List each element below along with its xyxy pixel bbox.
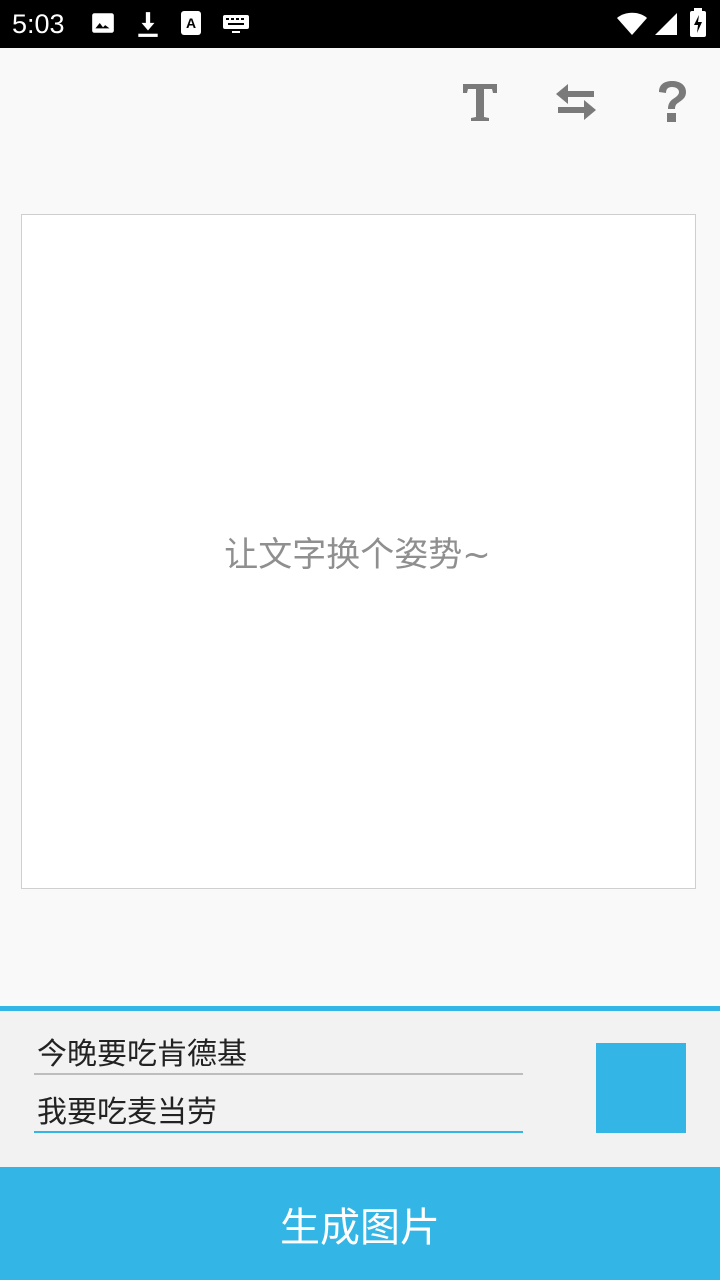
keyboard-a-icon: A xyxy=(180,10,202,40)
text-line-2-input[interactable] xyxy=(34,1087,523,1133)
download-icon xyxy=(135,10,161,42)
status-time: 5:03 xyxy=(12,9,65,39)
text-font-button[interactable] xyxy=(448,72,512,136)
generate-image-button[interactable]: 生成图片 xyxy=(0,1167,720,1280)
signal-icon xyxy=(652,12,678,40)
keyboard-icon xyxy=(222,14,250,38)
help-button[interactable] xyxy=(640,72,704,136)
help-question-icon xyxy=(655,80,689,128)
image-icon xyxy=(90,10,116,40)
text-line-1-input[interactable] xyxy=(34,1029,523,1075)
battery-charging-icon xyxy=(689,8,707,42)
svg-text:A: A xyxy=(186,15,196,31)
status-bar: 5:03 A xyxy=(0,0,720,48)
text-font-icon xyxy=(460,81,500,127)
swap-arrows-icon xyxy=(554,82,598,126)
wifi-icon xyxy=(616,12,648,40)
color-picker-swatch[interactable] xyxy=(596,1043,686,1133)
preview-canvas[interactable]: 让文字换个姿势~ xyxy=(21,214,696,889)
swap-button[interactable] xyxy=(544,72,608,136)
canvas-placeholder: 让文字换个姿势~ xyxy=(224,535,491,575)
